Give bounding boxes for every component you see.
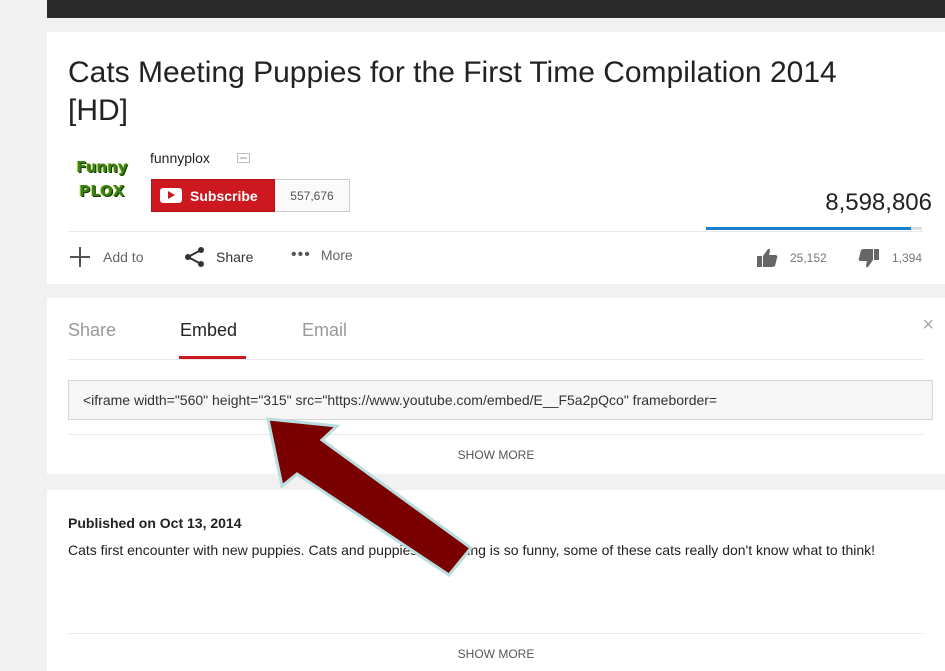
like-count: 25,152: [790, 251, 827, 265]
more-label: More: [320, 247, 353, 263]
thumbs-down-icon: [858, 249, 879, 268]
share-label: Share: [216, 249, 254, 265]
tab-embed[interactable]: Embed: [180, 320, 237, 341]
view-count: 8,598,806: [825, 189, 932, 216]
thumbs-up-icon: [757, 248, 778, 267]
subscriber-count: 557,676: [275, 179, 350, 212]
share-panel: Share Embed Email × <iframe width="560" …: [47, 298, 945, 474]
channel-logo-text: Funny: [76, 158, 128, 176]
channel-avatar[interactable]: Funny PLOX: [72, 152, 132, 210]
more-dots-icon: •••: [291, 246, 311, 263]
like-ratio-bar: [706, 227, 922, 230]
video-player-bottom-edge: [47, 0, 945, 18]
like-ratio-fill: [706, 227, 911, 230]
tab-share[interactable]: Share: [68, 320, 116, 341]
verified-icon: [237, 153, 250, 163]
add-to-label: Add to: [103, 249, 144, 265]
like-button[interactable]: 25,152: [756, 248, 827, 268]
share-button[interactable]: Share: [184, 246, 253, 268]
subscribe-button[interactable]: Subscribe: [151, 179, 275, 212]
embed-code-field[interactable]: <iframe width="560" height="315" src="ht…: [68, 380, 933, 420]
embed-show-more-button[interactable]: SHOW MORE: [47, 448, 945, 462]
dislike-button[interactable]: 1,394: [858, 248, 922, 268]
divider: [68, 434, 923, 435]
plus-icon: [69, 246, 91, 268]
publish-date: Published on Oct 13, 2014: [68, 515, 242, 531]
subscribe-label: Subscribe: [190, 187, 258, 204]
video-info-card: Cats Meeting Puppies for the First Time …: [47, 32, 945, 284]
divider: [68, 231, 923, 232]
share-icon: [185, 247, 204, 267]
dislike-count: 1,394: [892, 251, 923, 265]
description-card: Published on Oct 13, 2014 Cats first enc…: [47, 490, 945, 671]
description-show-more-button[interactable]: SHOW MORE: [47, 647, 945, 661]
add-to-button[interactable]: Add to: [69, 246, 143, 268]
more-button[interactable]: ••• More: [291, 246, 353, 264]
tab-email[interactable]: Email: [302, 320, 347, 341]
divider: [68, 359, 923, 360]
video-title: Cats Meeting Puppies for the First Time …: [68, 56, 837, 127]
channel-name-link[interactable]: funnyplox: [150, 150, 210, 166]
close-icon[interactable]: ×: [922, 314, 934, 337]
channel-logo-text: PLOX: [79, 182, 125, 200]
youtube-play-icon: [160, 188, 182, 203]
description-text: Cats first encounter with new puppies. C…: [68, 542, 876, 558]
divider: [68, 633, 923, 634]
